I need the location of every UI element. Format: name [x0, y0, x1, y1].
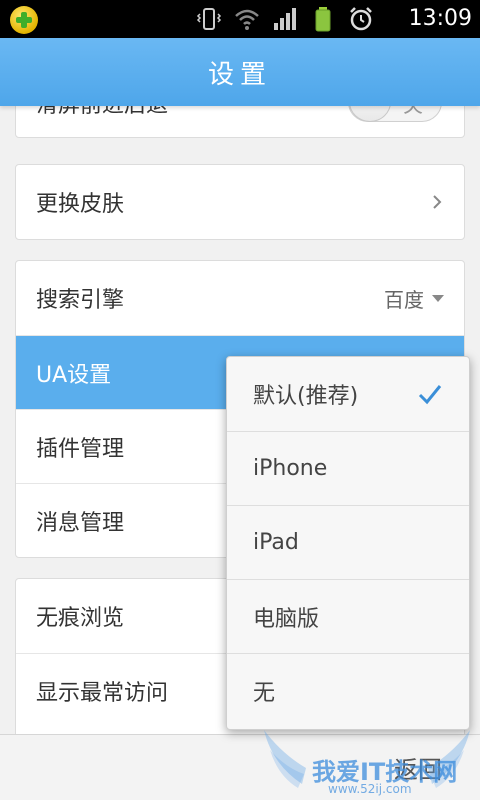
toggle-knob[interactable]	[349, 106, 391, 122]
search-engine-value: 百度	[384, 287, 424, 312]
ua-options-menu: 默认(推荐) iPhone iPad 电脑版 无	[226, 356, 470, 730]
ua-option-ipad[interactable]: iPad	[227, 505, 469, 579]
signal-icon	[274, 8, 296, 30]
setting-row-search-engine[interactable]: 搜索引擎 百度	[16, 261, 464, 335]
settings-card-skin: 更换皮肤	[15, 164, 465, 240]
setting-row-skin[interactable]: 更换皮肤	[16, 165, 464, 239]
ua-option-label: iPad	[253, 530, 299, 555]
ua-option-label: 无	[253, 680, 276, 706]
ua-option-default[interactable]: 默认(推荐)	[227, 357, 469, 431]
status-clock: 13:09	[408, 6, 472, 31]
ua-option-none[interactable]: 无	[227, 653, 469, 727]
toggle-state-label: 关	[403, 106, 423, 118]
title-bar: 设置	[0, 38, 480, 106]
battery-icon	[315, 7, 331, 32]
ua-option-label: 电脑版	[253, 606, 320, 632]
ua-option-label: 默认(推荐)	[253, 384, 359, 409]
ua-option-label: iPhone	[253, 456, 328, 481]
alarm-icon	[350, 7, 372, 31]
dropdown-arrow-icon	[432, 294, 444, 302]
app-badge-icon	[10, 6, 38, 34]
setting-row-swipe-nav[interactable]: 滑屏前进后退 关	[16, 106, 464, 137]
status-icons	[196, 6, 374, 32]
setting-label: 更换皮肤	[36, 192, 125, 217]
bottom-bar: 返回	[0, 734, 480, 800]
wifi-icon	[235, 9, 259, 30]
status-bar: 13:09	[0, 0, 480, 38]
swipe-nav-toggle[interactable]: 关	[348, 106, 442, 122]
setting-label: 搜索引擎	[36, 288, 125, 313]
page-title: 设置	[207, 59, 272, 90]
chevron-right-icon	[433, 195, 442, 209]
settings-card-swipe: 滑屏前进后退 关	[15, 106, 465, 138]
ua-option-desktop[interactable]: 电脑版	[227, 579, 469, 653]
back-button[interactable]: 返回	[394, 750, 442, 785]
checkmark-icon	[418, 385, 442, 405]
ua-option-iphone[interactable]: iPhone	[227, 431, 469, 505]
vibrate-icon	[196, 8, 222, 30]
